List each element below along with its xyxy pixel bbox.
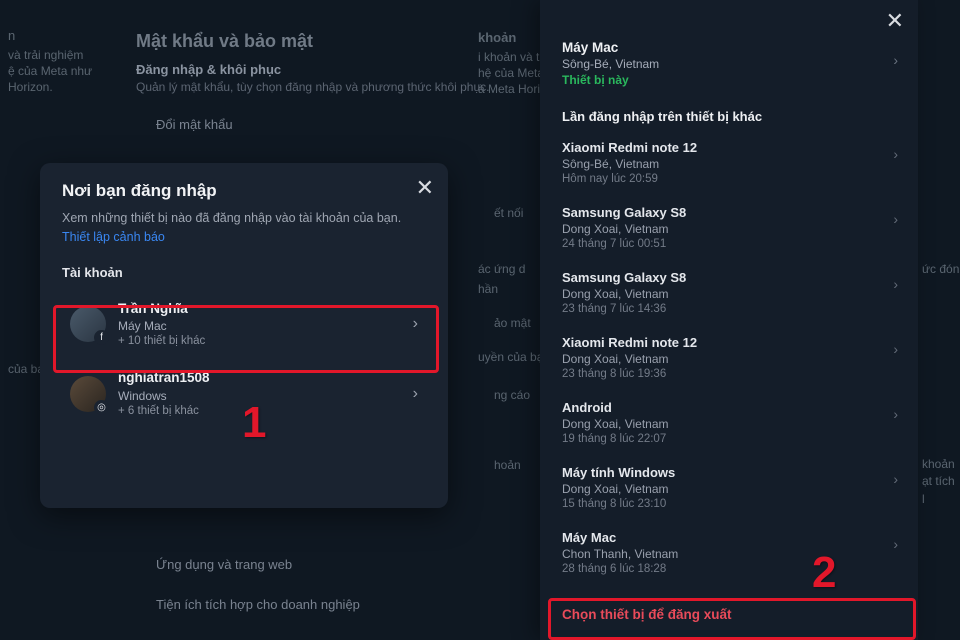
session-device-name: Android xyxy=(562,400,898,415)
session-location: Sông-Bé, Vietnam xyxy=(562,157,898,171)
bg-login-recovery-desc: Quản lý mật khẩu, tùy chọn đăng nhập và … xyxy=(136,78,490,96)
session-device-name: Samsung Galaxy S8 xyxy=(562,270,898,285)
chevron-right-icon: › xyxy=(413,385,418,403)
session-location: Dong Xoai, Vietnam xyxy=(562,287,898,301)
session-row[interactable]: Máy tính Windows Dong Xoai, Vietnam 15 thá… xyxy=(562,455,898,520)
chevron-right-icon: › xyxy=(893,146,898,162)
session-time: 24 tháng 7 lúc 00:51 xyxy=(562,238,898,250)
session-row[interactable]: Android Dong Xoai, Vietnam 19 tháng 8 lúc … xyxy=(562,390,898,455)
session-location: Chon Thanh, Vietnam xyxy=(562,547,898,561)
annotation-number-1: 1 xyxy=(242,398,266,448)
modal-subtitle: Xem những thiết bị nào đã đăng nhập vào … xyxy=(62,209,426,247)
instagram-icon: ◎ xyxy=(94,400,109,415)
chevron-right-icon: › xyxy=(893,276,898,292)
accounts-section-header: Tài khoản xyxy=(62,265,426,280)
choose-device-logout-button[interactable]: Chọn thiết bị để đăng xuất xyxy=(540,589,918,640)
other-sessions-header: Lần đăng nhập trên thiết bị khác xyxy=(562,109,898,124)
account-name: nghiatran1508 xyxy=(118,369,401,387)
close-icon[interactable]: ✕ xyxy=(416,177,434,199)
account-name: Trần Nghĩa xyxy=(118,300,401,318)
annotation-number-2: 2 xyxy=(812,548,836,598)
session-device-name: Xiaomi Redmi note 12 xyxy=(562,335,898,350)
session-device-name: Máy Mac xyxy=(562,530,898,545)
setup-alerts-link[interactable]: Thiết lập cảnh báo xyxy=(62,230,165,244)
chevron-right-icon: › xyxy=(893,52,898,68)
chevron-right-icon: › xyxy=(413,315,418,333)
session-time: 23 tháng 7 lúc 14:36 xyxy=(562,303,898,315)
session-time: 23 tháng 8 lúc 19:36 xyxy=(562,368,898,380)
bg-login-recovery: Đăng nhập & khôi phục xyxy=(136,60,281,80)
session-time: 19 tháng 8 lúc 22:07 xyxy=(562,433,898,445)
session-device-name: Máy tính Windows xyxy=(562,465,898,480)
close-icon[interactable]: ✕ xyxy=(886,10,904,32)
chevron-right-icon: › xyxy=(893,211,898,227)
session-row[interactable]: Xiaomi Redmi note 12 Sông-Bé, Vietnam Hôm … xyxy=(562,130,898,195)
session-time: 15 tháng 8 lúc 23:10 xyxy=(562,498,898,510)
session-row[interactable]: Xiaomi Redmi note 12 Dong Xoai, Vietnam 23… xyxy=(562,325,898,390)
avatar: f xyxy=(70,306,106,342)
session-device-name: Samsung Galaxy S8 xyxy=(562,205,898,220)
session-location: Dong Xoai, Vietnam xyxy=(562,222,898,236)
session-location: Dong Xoai, Vietnam xyxy=(562,417,898,431)
chevron-right-icon: › xyxy=(893,406,898,422)
current-device-row[interactable]: Máy Mac Sông-Bé, Vietnam Thiết bị này › xyxy=(562,34,898,101)
account-row-tran-nghia[interactable]: f Trần Nghĩa Máy Mac + 10 thiết bị khác … xyxy=(62,290,426,360)
current-device-location: Sông-Bé, Vietnam xyxy=(562,57,898,71)
chevron-right-icon: › xyxy=(893,471,898,487)
this-device-label: Thiết bị này xyxy=(562,73,898,87)
device-sessions-panel: ✕ Máy Mac Sông-Bé, Vietnam Thiết bị này … xyxy=(540,0,918,640)
avatar: ◎ xyxy=(70,376,106,412)
sessions-list: Xiaomi Redmi note 12 Sông-Bé, Vietnam Hôm … xyxy=(562,130,898,640)
session-location: Dong Xoai, Vietnam xyxy=(562,482,898,496)
session-location: Dong Xoai, Vietnam xyxy=(562,352,898,366)
chevron-right-icon: › xyxy=(893,341,898,357)
bg-security-title: Mật khẩu và bảo mật xyxy=(136,28,313,55)
current-device-name: Máy Mac xyxy=(562,40,898,55)
session-row[interactable]: Máy Mac Chon Thanh, Vietnam 28 tháng 6 lúc… xyxy=(562,520,898,585)
chevron-right-icon: › xyxy=(893,536,898,552)
session-time: 28 tháng 6 lúc 18:28 xyxy=(562,563,898,575)
session-device-name: Xiaomi Redmi note 12 xyxy=(562,140,898,155)
bg-change-password: Đổi mật khẩu xyxy=(156,115,233,135)
where-logged-in-modal: ✕ Nơi bạn đăng nhập Xem những thiết bị n… xyxy=(40,163,448,508)
account-more-devices: + 10 thiết bị khác xyxy=(118,334,401,350)
session-time: Hôm nay lúc 20:59 xyxy=(562,173,898,185)
account-device: Máy Mac xyxy=(118,318,401,334)
session-row[interactable]: Samsung Galaxy S8 Dong Xoai, Vietnam 24 th… xyxy=(562,195,898,260)
session-row[interactable]: Samsung Galaxy S8 Dong Xoai, Vietnam 23 th… xyxy=(562,260,898,325)
facebook-icon: f xyxy=(94,330,109,345)
modal-title: Nơi bạn đăng nhập xyxy=(62,181,426,201)
